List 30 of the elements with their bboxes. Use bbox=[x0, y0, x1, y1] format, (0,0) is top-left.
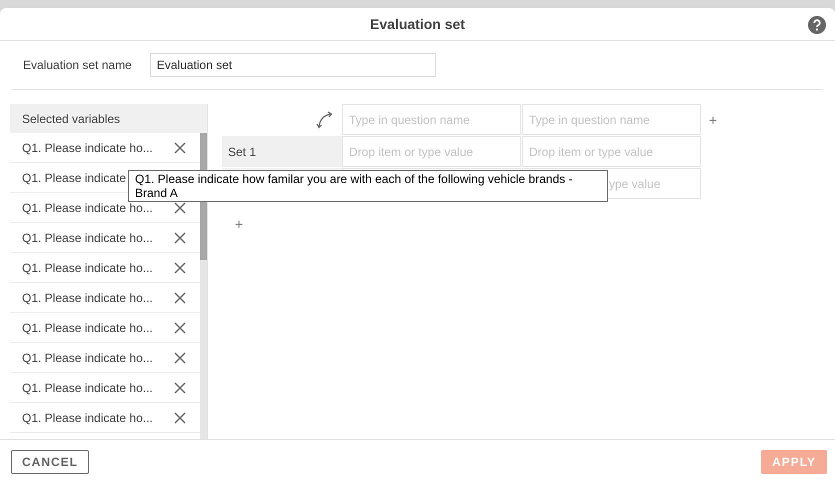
close-icon[interactable] bbox=[174, 292, 186, 304]
variable-label: Q1. Please indicate ho... bbox=[22, 260, 153, 274]
variable-label: Q1. Please indicate ho... bbox=[22, 410, 153, 424]
set-label: Set 1 bbox=[228, 144, 256, 158]
variable-label: Q1. Please indicate ho... bbox=[22, 200, 153, 214]
name-input[interactable]: Evaluation set bbox=[150, 53, 436, 77]
tooltip: Q1. Please indicate how familar you are with each of the following vehicle brands - Brand A bbox=[128, 170, 608, 202]
close-icon[interactable] bbox=[174, 202, 186, 214]
variable-label: Q1. Please indicate bbox=[22, 170, 126, 184]
close-icon[interactable] bbox=[174, 142, 186, 154]
swap-icon[interactable] bbox=[316, 111, 334, 129]
add-column-button[interactable]: + bbox=[706, 112, 720, 128]
add-row-button[interactable]: + bbox=[232, 216, 246, 232]
close-icon[interactable] bbox=[174, 322, 186, 334]
close-icon[interactable] bbox=[174, 382, 186, 394]
close-icon[interactable] bbox=[174, 412, 186, 424]
variable-label: Q1. Please indicate ho... bbox=[22, 230, 153, 244]
cancel-button[interactable]: CANCEL bbox=[11, 450, 89, 474]
help-icon[interactable] bbox=[808, 16, 826, 34]
variable-label: Q1. Please indicate ho... bbox=[22, 140, 153, 154]
variable-label: Q1. Please indicate ho... bbox=[22, 350, 153, 364]
close-icon[interactable] bbox=[174, 262, 186, 274]
list-header: Selected variables bbox=[10, 104, 207, 133]
variable-label: Q1. Please indicate ho... bbox=[22, 380, 153, 394]
close-icon[interactable] bbox=[174, 232, 186, 244]
close-icon[interactable] bbox=[174, 352, 186, 364]
variable-label: Q1. Please indicate ho... bbox=[22, 290, 153, 304]
dialog-title: Evaluation set bbox=[370, 16, 465, 32]
field-label: Evaluation set name bbox=[23, 58, 132, 72]
variable-label: Q1. Please indicate ho... bbox=[22, 320, 153, 334]
